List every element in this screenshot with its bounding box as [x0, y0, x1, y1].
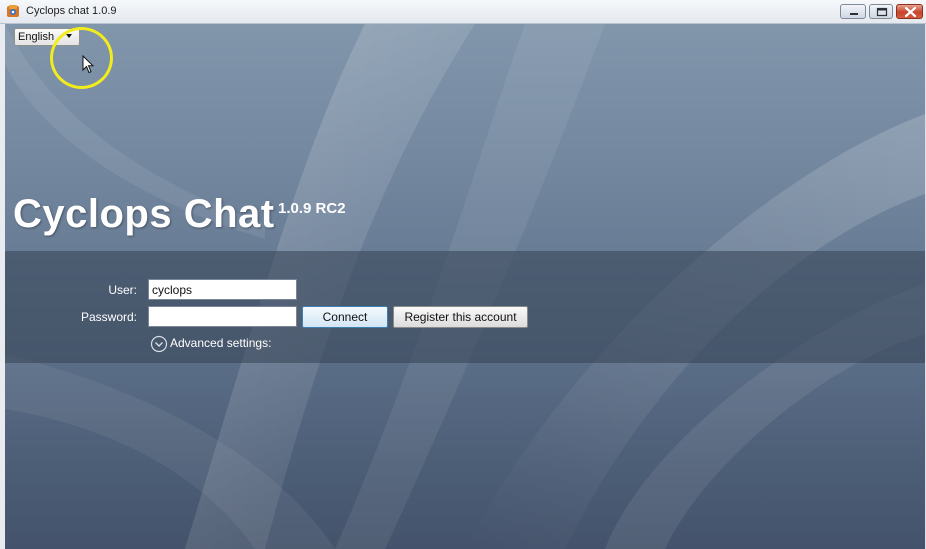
close-button[interactable] [896, 4, 923, 19]
login-panel: English Cyclops Chat 1.0.9 RC2 User: Pas… [5, 24, 925, 549]
language-selected-value: English [18, 31, 55, 43]
mouse-pointer-icon [82, 55, 94, 74]
user-label: User: [108, 283, 137, 297]
expand-chevron-icon[interactable] [150, 335, 168, 353]
minimize-button[interactable] [840, 4, 866, 19]
app-version-label: 1.0.9 RC2 [278, 200, 346, 217]
advanced-settings-label: Advanced settings: [170, 336, 272, 350]
connect-button[interactable]: Connect [302, 306, 388, 328]
title-bar[interactable]: Cyclops chat 1.0.9 [0, 0, 926, 24]
maximize-button[interactable] [869, 4, 893, 19]
register-account-button[interactable]: Register this account [393, 306, 528, 328]
minimize-icon [850, 13, 858, 15]
app-window: Cyclops chat 1.0.9 English Cyclops Chat … [0, 0, 926, 549]
cyclops-app-icon [7, 5, 19, 17]
password-input[interactable] [148, 306, 297, 327]
password-label: Password: [80, 310, 137, 324]
app-brand-title: Cyclops Chat [13, 192, 275, 236]
window-title: Cyclops chat 1.0.9 [26, 5, 117, 17]
close-icon [904, 6, 917, 18]
user-input[interactable] [148, 279, 297, 300]
maximize-icon [876, 7, 888, 17]
